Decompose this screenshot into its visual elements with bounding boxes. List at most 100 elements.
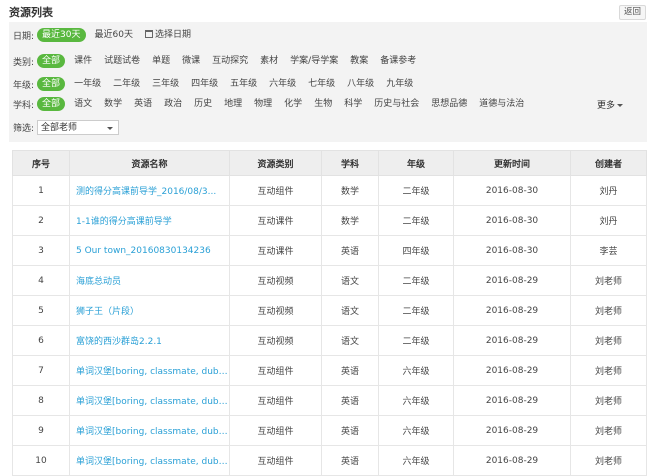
resource-name-link[interactable]: 单词汉堡[boring, classmate, dub...] [69, 445, 230, 476]
table-cell: 2016-08-29 [453, 325, 571, 356]
category-option[interactable]: 课件 [71, 54, 95, 68]
table-cell: 数学 [321, 205, 379, 236]
table-cell: 二年级 [378, 175, 454, 206]
grade-option[interactable]: 二年级 [110, 77, 143, 91]
subject-option[interactable]: 地理 [221, 97, 245, 111]
category-option[interactable]: 单题 [149, 54, 173, 68]
table-cell: 7 [12, 355, 70, 386]
table-cell: 六年级 [378, 385, 454, 416]
table-cell: 5 [12, 295, 70, 326]
date-option[interactable]: 最近60天 [92, 28, 136, 42]
grade-filter-row: 年级: 全部 一年级 二年级 三年级 四年级 五年级 六年级 七年级 八年级 九年级 [13, 77, 422, 91]
resource-name-link[interactable]: 单词汉堡[boring, classmate, dub...] [69, 355, 230, 386]
grade-option[interactable]: 九年级 [383, 77, 416, 91]
resource-name-link[interactable]: 单词汉堡[boring, classmate, dub...] [69, 415, 230, 446]
table-cell: 8 [12, 385, 70, 416]
table-cell: 二年级 [378, 265, 454, 296]
table-cell: 二年级 [378, 325, 454, 356]
resource-name-link[interactable]: 海底总动员 [69, 265, 230, 296]
table-cell: 1 [12, 175, 70, 206]
table-row: 8 单词汉堡[boring, classmate, dub...] 互动组件 英语 六年… [12, 385, 647, 416]
grade-option[interactable]: 一年级 [71, 77, 104, 91]
resource-name-link[interactable]: 富饶的西沙群岛2.2.1 [69, 325, 230, 356]
table-cell: 2016-08-29 [453, 265, 571, 296]
grade-option[interactable]: 六年级 [266, 77, 299, 91]
subject-option[interactable]: 英语 [131, 97, 155, 111]
category-option[interactable]: 微课 [179, 54, 203, 68]
screen-filter-label: 筛选: [13, 123, 35, 134]
category-option[interactable]: 备课参考 [377, 54, 419, 68]
date-option[interactable]: 最近30天 [37, 28, 86, 42]
subject-option[interactable]: 语文 [71, 97, 95, 111]
subject-option[interactable]: 数学 [101, 97, 125, 111]
category-option[interactable]: 试题试卷 [101, 54, 143, 68]
table-header-row: 序号 资源名称 资源类别 学科 年级 更新时间 创建者 [12, 150, 647, 176]
subject-option[interactable]: 政治 [161, 97, 185, 111]
table-cell: 4 [12, 265, 70, 296]
subject-option[interactable]: 化学 [281, 97, 305, 111]
resource-name-link[interactable]: 1-1谁的得分高课前导学 [69, 205, 230, 236]
category-option[interactable]: 互动探究 [209, 54, 251, 68]
column-header: 创建者 [570, 150, 647, 176]
category-filter-row: 类别: 全部 课件 试题试卷 单题 微课 互动探究 素材 学案/导学案 教案 备课参考 [13, 54, 425, 68]
subject-option[interactable]: 全部 [37, 97, 66, 111]
subject-option[interactable]: 历史 [191, 97, 215, 111]
category-option[interactable]: 全部 [37, 54, 66, 68]
chevron-down-icon [107, 126, 114, 130]
resource-name-link[interactable]: 5 Our town_20160830134236 [69, 235, 230, 266]
subject-option[interactable]: 物理 [251, 97, 275, 111]
table-cell: 2016-08-29 [453, 415, 571, 446]
category-filter-label: 类别: [13, 57, 35, 68]
table-cell: 6 [12, 325, 70, 356]
table-cell: 语文 [321, 265, 379, 296]
table-row: 4 海底总动员 互动视频 语文 二年级 2016-08-29 刘老师 [12, 265, 647, 296]
grade-option[interactable]: 三年级 [149, 77, 182, 91]
table-cell: 英语 [321, 385, 379, 416]
table-cell: 四年级 [378, 235, 454, 266]
more-subjects-button[interactable]: 更多 [597, 98, 623, 111]
category-option[interactable]: 教案 [347, 54, 371, 68]
table-cell: 9 [12, 415, 70, 446]
resource-name-link[interactable]: 单词汉堡[boring, classmate, dub...] [69, 385, 230, 416]
subject-filter-label: 学科: [13, 100, 35, 111]
category-option[interactable]: 素材 [257, 54, 281, 68]
filter-panel: 日期: 最近30天 最近60天 选择日期 类别: 全部 课件 试题试卷 单题 微课 互动探究… [9, 22, 647, 142]
table-cell: 刘老师 [570, 355, 647, 386]
pick-date-button[interactable]: 选择日期 [142, 28, 194, 42]
table-cell: 刘老师 [570, 385, 647, 416]
table-cell: 刘老师 [570, 265, 647, 296]
table-cell: 六年级 [378, 355, 454, 386]
grade-option[interactable]: 四年级 [188, 77, 221, 91]
subject-option[interactable]: 生物 [311, 97, 335, 111]
category-option[interactable]: 学案/导学案 [287, 54, 341, 68]
table-cell: 刘丹 [570, 175, 647, 206]
subject-option[interactable]: 道德与法治 [476, 97, 527, 111]
calendar-icon [144, 30, 153, 38]
table-cell: 刘老师 [570, 415, 647, 446]
grade-option[interactable]: 八年级 [344, 77, 377, 91]
table-cell: 互动视频 [229, 325, 322, 356]
top-bar: 资源列表 返回 [0, 0, 658, 22]
table-cell: 互动课件 [229, 235, 322, 266]
table-cell: 语文 [321, 325, 379, 356]
grade-option[interactable]: 七年级 [305, 77, 338, 91]
back-button[interactable]: 返回 [618, 5, 646, 20]
resource-name-link[interactable]: 测的得分高课前导学_2016/08/3... [69, 175, 230, 206]
subject-option[interactable]: 科学 [341, 97, 365, 111]
grade-filter-label: 年级: [13, 80, 35, 91]
table-cell: 刘老师 [570, 325, 647, 356]
table-cell: 刘老师 [570, 445, 647, 476]
column-header: 年级 [378, 150, 454, 176]
resource-table: 序号 资源名称 资源类别 学科 年级 更新时间 创建者 1 测的得分高课前导学_2016/08… [12, 150, 647, 476]
subject-option[interactable]: 历史与社会 [371, 97, 422, 111]
resource-name-link[interactable]: 狮子王（片段） [69, 295, 230, 326]
table-cell: 3 [12, 235, 70, 266]
table-cell: 英语 [321, 415, 379, 446]
subject-option[interactable]: 思想品德 [428, 97, 470, 111]
date-filter-label: 日期: [13, 31, 35, 42]
date-filter-row: 日期: 最近30天 最近60天 选择日期 [13, 28, 200, 42]
table-cell: 10 [12, 445, 70, 476]
grade-option[interactable]: 五年级 [227, 77, 260, 91]
teacher-select[interactable]: 全部老师 [37, 119, 120, 135]
grade-option[interactable]: 全部 [37, 77, 66, 91]
